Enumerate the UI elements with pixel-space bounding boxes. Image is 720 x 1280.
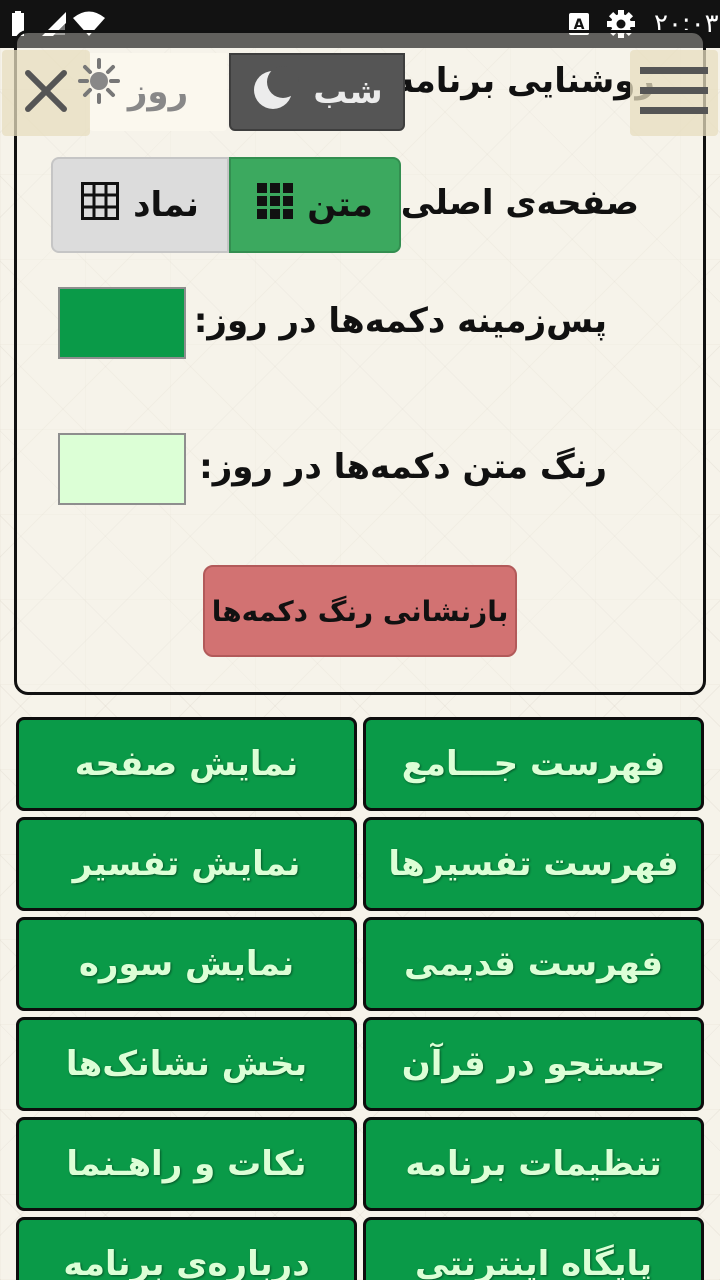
hamburger-menu-icon bbox=[640, 65, 708, 121]
button-text-color-label: رنگ متن دکمه‌ها در روز: bbox=[199, 447, 607, 487]
grid-icon bbox=[81, 181, 120, 229]
grid-dots-icon bbox=[257, 182, 294, 228]
symbol-option-button[interactable]: نماد bbox=[51, 157, 229, 253]
night-mode-button[interactable]: شب bbox=[229, 53, 405, 131]
button-bg-color-swatch[interactable] bbox=[58, 287, 186, 359]
menu-item-tafsir-index[interactable]: فهرست تفسیرها bbox=[363, 817, 704, 911]
day-mode-label: روز bbox=[127, 72, 189, 112]
menu-item-tips-guide[interactable]: نکات و راهـنما bbox=[16, 1117, 357, 1211]
menu-item-show-tafsir[interactable]: نمایش تفسیر bbox=[16, 817, 357, 911]
menu-item-old-index[interactable]: فهرست قدیمی bbox=[363, 917, 704, 1011]
close-icon bbox=[22, 67, 70, 119]
menu-button[interactable] bbox=[630, 50, 718, 136]
menu-item-website[interactable]: پایگاه اینترنتی bbox=[363, 1217, 704, 1280]
menu-item-app-settings[interactable]: تنظیمات برنامه bbox=[363, 1117, 704, 1211]
menu-item-full-index[interactable]: فهرست جـــامع bbox=[363, 717, 704, 811]
button-text-color-swatch[interactable] bbox=[58, 433, 186, 505]
menu-item-about[interactable]: درباره‌ی برنامه bbox=[16, 1217, 357, 1280]
menu-item-show-surah[interactable]: نمایش سوره bbox=[16, 917, 357, 1011]
menu-item-show-page[interactable]: نمایش صفحه bbox=[16, 717, 357, 811]
home-page-label: صفحه‌ی اصلی: bbox=[387, 183, 639, 223]
text-option-button[interactable]: متن bbox=[229, 157, 401, 253]
brightness-label: روشنایی برنامه: bbox=[380, 61, 655, 101]
menu-item-search-quran[interactable]: جستجو در قرآن bbox=[363, 1017, 704, 1111]
reset-colors-label: بازنشانی رنگ دکمه‌ها bbox=[211, 594, 509, 628]
sun-icon bbox=[78, 58, 120, 104]
button-bg-label: پس‌زمینه دکمه‌ها در روز: bbox=[193, 301, 607, 341]
reset-colors-button[interactable]: بازنشانی رنگ دکمه‌ها bbox=[203, 565, 517, 657]
text-option-label: متن bbox=[307, 185, 373, 225]
symbol-option-label: نماد bbox=[133, 185, 199, 225]
menu-item-bookmarks[interactable]: بخش نشانک‌ها bbox=[16, 1017, 357, 1111]
close-button[interactable] bbox=[2, 50, 90, 136]
moon-icon bbox=[251, 64, 300, 121]
night-mode-label: شب bbox=[313, 72, 383, 112]
